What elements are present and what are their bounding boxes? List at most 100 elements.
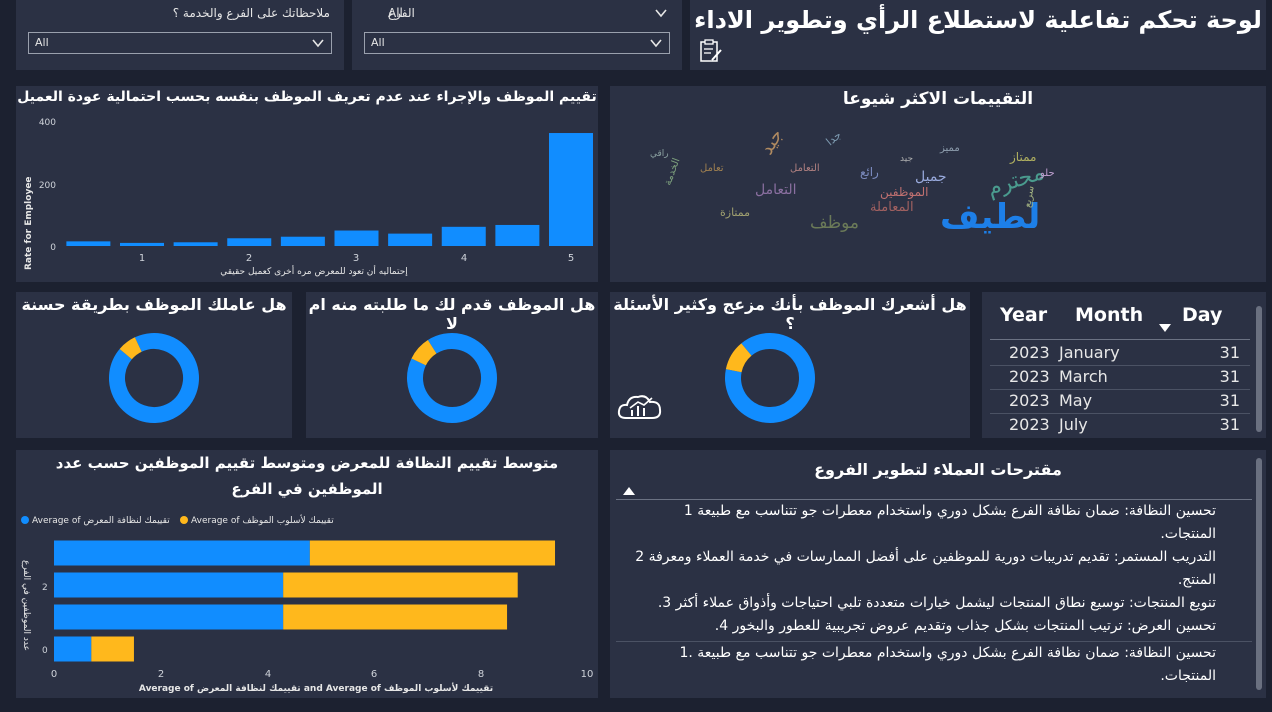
donut-panel-annoyed: هل أشعرك الموظف بأنك مزعج وكثير الأسئلة …: [610, 292, 970, 438]
suggestion-line: التدريب المستمر: تقديم تدريبات دورية للم…: [635, 549, 1216, 565]
suggestion-line: المنتج.: [1177, 572, 1216, 588]
wordcloud-word: التعامل: [755, 182, 797, 198]
bar-chart-xlabel: إحتماليه أن تعود للمعرض مره أخرى كعميل ح…: [220, 265, 408, 277]
table-cell: 31: [1219, 391, 1240, 410]
table-cell: July: [1059, 415, 1088, 434]
table-header-month[interactable]: Month: [1075, 304, 1143, 326]
branch-slicer-title: الفرع: [388, 6, 415, 20]
suggestion-line: المنتجات.: [1160, 668, 1216, 684]
hbar-chart-xtick: 6: [371, 669, 377, 680]
table-cell: 2023: [1009, 367, 1050, 386]
suggestion-line: تحسين النظافة: ضمان نظافة الفرع بشكل دور…: [683, 503, 1216, 519]
hbar-segment[interactable]: [54, 572, 284, 598]
legend-item[interactable]: Average of تقييمك لأسلوب الموظف: [191, 514, 334, 526]
hbar-segment[interactable]: [91, 636, 134, 662]
wordcloud-word: جدا: [824, 128, 844, 148]
bar[interactable]: [227, 238, 272, 246]
feedback-dropdown-value: All: [35, 36, 49, 49]
survey-clipboard-icon: [700, 39, 722, 62]
bar-chart-ytick: 200: [39, 181, 56, 191]
sort-asc-icon[interactable]: [622, 486, 636, 496]
bar-chart: Rate for Employee 400 200 0 1 2 3 4 5 إح…: [24, 118, 593, 277]
legend-marker: [21, 516, 29, 524]
bar-chart-xtick: 2: [246, 253, 252, 264]
table-header-day[interactable]: Day: [1182, 304, 1222, 326]
donut-panel-request: هل الموظف قدم لك ما طلبته منه ام لا: [306, 292, 598, 438]
page-title: لوحة تحكم تفاعلية لاستطلاع الرأي وتطوير …: [694, 6, 1262, 34]
suggestions-title: مقترحات العملاء لتطوير الفروع: [814, 460, 1062, 479]
bar-chart-ylabel: Rate for Employee: [24, 176, 34, 270]
branch-slicer: All الفرع All: [352, 0, 682, 70]
hbar-segment[interactable]: [54, 604, 284, 630]
wordcloud-word: حلو: [1039, 168, 1055, 179]
feedback-slicer: ملاحظاتك على الفرع والخدمة ؟ All: [16, 0, 344, 70]
date-table-panel: Year Month Day 2023 January 31 2023 Marc…: [982, 292, 1266, 438]
hbar-chart-xlabel: Average of تقييمك لنظافة المعرض and Aver…: [139, 682, 493, 694]
donut-slice[interactable]: [401, 327, 503, 429]
hbar-chart-ytick: 0: [42, 646, 48, 656]
hbar-segment[interactable]: [54, 636, 92, 662]
table-cell: 2023: [1009, 343, 1050, 362]
feedback-dropdown[interactable]: All: [28, 32, 332, 54]
wordcloud-word: الخدمة: [662, 157, 682, 187]
hbar-segment[interactable]: [309, 540, 556, 566]
bar[interactable]: [441, 226, 486, 246]
suggestions-panel: مقترحات العملاء لتطوير الفروع تحسين النظ…: [610, 450, 1266, 698]
table-row[interactable]: 2023 March 31: [982, 364, 1250, 388]
bar[interactable]: [334, 230, 379, 246]
table-scrollbar[interactable]: [1256, 306, 1262, 432]
suggestion-line: تحسين النظافة: ضمان نظافة الفرع بشكل دور…: [679, 645, 1216, 661]
bar[interactable]: [280, 236, 325, 246]
wordcloud-word: ممتاز: [1009, 150, 1036, 165]
header-panel: لوحة تحكم تفاعلية لاستطلاع الرأي وتطوير …: [690, 0, 1266, 70]
table-cell: 31: [1219, 367, 1240, 386]
hbar-segment[interactable]: [283, 572, 518, 598]
chevron-down-icon: [312, 39, 324, 48]
table-cell: 2023: [1009, 391, 1050, 410]
feedback-slicer-label: ملاحظاتك على الفرع والخدمة ؟: [172, 6, 330, 20]
sort-desc-icon[interactable]: [1158, 323, 1172, 333]
donut-slice[interactable]: [718, 326, 822, 430]
bar[interactable]: [66, 241, 111, 246]
legend-marker: [180, 516, 188, 524]
hbar-segment[interactable]: [283, 604, 508, 630]
wordcloud-word: جيد: [900, 154, 913, 164]
wordcloud-word: رائع: [860, 165, 879, 180]
hbar-chart-ylabel: عدد الموظفين في الفرع: [21, 560, 31, 651]
chevron-down-icon[interactable]: [654, 6, 668, 20]
bar[interactable]: [120, 242, 164, 246]
hbar-chart-xtick: 2: [158, 669, 164, 680]
wordcloud-word: محترم: [984, 160, 1047, 202]
cloud-analytics-icon: [617, 395, 662, 419]
bar[interactable]: [388, 233, 433, 246]
hbar-segment[interactable]: [54, 540, 310, 566]
table-cell: 31: [1219, 343, 1240, 362]
donut-panel-treatment: هل عاملك الموظف بطريقة حسنة: [16, 292, 292, 438]
branch-dropdown[interactable]: All: [364, 32, 670, 54]
hbar-chart-xtick: 4: [265, 669, 271, 680]
suggestions-scrollbar[interactable]: [1256, 458, 1262, 690]
table-header-year[interactable]: Year: [1000, 304, 1047, 326]
table-cell: January: [1059, 343, 1120, 362]
bar-chart-ytick: 0: [50, 243, 56, 253]
bar-chart-panel: تقييم الموظف والإجراء عند عدم تعريف المو…: [16, 86, 598, 282]
suggestion-row[interactable]: تحسين النظافة: ضمان نظافة الفرع بشكل دور…: [610, 500, 1250, 640]
table-row[interactable]: 2023 May 31: [982, 388, 1250, 412]
suggestion-row[interactable]: تحسين النظافة: ضمان نظافة الفرع بشكل دور…: [610, 642, 1250, 698]
wordcloud-word: جيد: [756, 125, 787, 158]
table-row[interactable]: 2023 January 31: [982, 340, 1250, 364]
table-row[interactable]: 2023 July 31: [982, 412, 1250, 436]
hbar-chart-xtick: 0: [51, 669, 57, 680]
donut-slice[interactable]: [105, 329, 203, 427]
legend-item[interactable]: Average of تقييمك لنظافة المعرض: [32, 516, 170, 526]
wordcloud-word: جميل: [915, 169, 947, 185]
bar[interactable]: [549, 133, 593, 246]
suggestion-line: تنويع المنتجات: توسيع نطاق المنتجات ليشم…: [657, 595, 1216, 611]
bar[interactable]: [173, 242, 218, 246]
bar-chart-xtick: 3: [353, 253, 359, 264]
wordcloud-word: التعامل: [790, 163, 820, 174]
wordcloud-word: راقي: [650, 149, 669, 159]
bar-chart-xtick: 4: [461, 253, 467, 264]
donut-chart: [105, 329, 203, 427]
bar[interactable]: [495, 224, 540, 246]
